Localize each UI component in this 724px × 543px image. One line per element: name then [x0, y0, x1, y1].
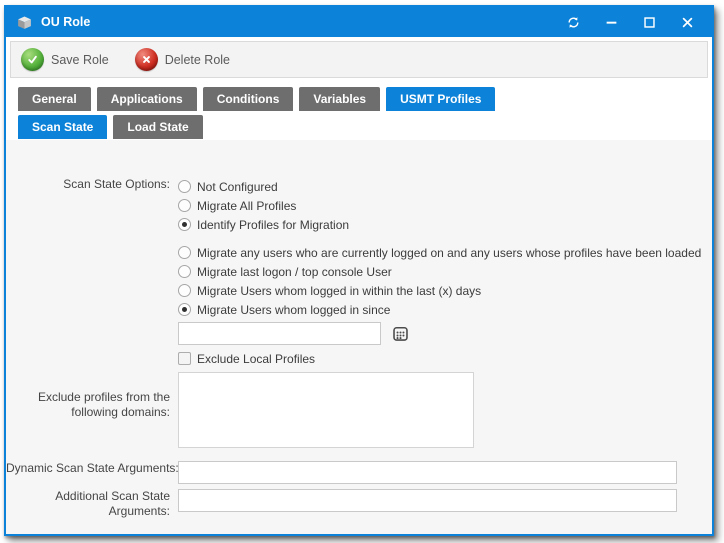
- exclude-domains-row: Exclude profiles from the following doma…: [6, 372, 712, 453]
- radio-option-not-configured[interactable]: Not Configured: [178, 177, 712, 196]
- calendar-icon[interactable]: [390, 324, 410, 344]
- ou-role-window: OU Role: [4, 5, 714, 536]
- delete-role-label: Delete Role: [165, 53, 230, 67]
- maximize-icon[interactable]: [630, 8, 668, 36]
- exclude-domains-textarea[interactable]: [178, 372, 474, 448]
- radio-label[interactable]: Migrate Users whom logged in within the …: [197, 284, 481, 298]
- tab-usmt-profiles[interactable]: USMT Profiles: [386, 87, 495, 111]
- radio-icon[interactable]: [178, 180, 191, 193]
- logged-in-since-date-input[interactable]: [178, 322, 381, 345]
- radio-option-migrate-all[interactable]: Migrate All Profiles: [178, 196, 712, 215]
- sub-tabs: Scan State Load State: [18, 115, 712, 139]
- tab-variables[interactable]: Variables: [299, 87, 380, 111]
- radio-option-last-logon[interactable]: Migrate last logon / top console User: [178, 262, 712, 281]
- radio-label[interactable]: Migrate All Profiles: [197, 199, 296, 213]
- tab-conditions[interactable]: Conditions: [203, 87, 294, 111]
- delete-role-button[interactable]: Delete Role: [135, 48, 230, 71]
- additional-args-label: Additional Scan State Arguments:: [6, 489, 178, 519]
- exclude-domains-label: Exclude profiles from the following doma…: [6, 372, 178, 453]
- radio-label[interactable]: Identify Profiles for Migration: [197, 218, 349, 232]
- radio-icon[interactable]: [178, 303, 191, 316]
- save-role-button[interactable]: Save Role: [21, 48, 109, 71]
- radio-icon[interactable]: [178, 199, 191, 212]
- scan-options-group: Not Configured Migrate All Profiles Iden…: [178, 177, 712, 234]
- refresh-icon[interactable]: [554, 8, 592, 36]
- radio-label[interactable]: Migrate last logon / top console User: [197, 265, 392, 279]
- additional-args-input[interactable]: [178, 489, 677, 512]
- tab-applications[interactable]: Applications: [97, 87, 197, 111]
- radio-icon[interactable]: [178, 246, 191, 259]
- radio-icon[interactable]: [178, 218, 191, 231]
- scan-state-options-row: Scan State Options: Not Configured Migra…: [6, 177, 712, 368]
- close-icon[interactable]: [668, 8, 706, 36]
- save-icon: [21, 48, 44, 71]
- radio-icon[interactable]: [178, 284, 191, 297]
- dynamic-args-row: Dynamic Scan State Arguments:: [6, 461, 712, 484]
- radio-option-currently-logged-on[interactable]: Migrate any users who are currently logg…: [178, 243, 712, 262]
- minimize-icon[interactable]: [592, 8, 630, 36]
- radio-label[interactable]: Not Configured: [197, 180, 278, 194]
- window-title: OU Role: [41, 15, 554, 29]
- checkbox-icon[interactable]: [178, 352, 191, 365]
- migrate-options-group: Migrate any users who are currently logg…: [178, 243, 712, 319]
- save-role-label: Save Role: [51, 53, 109, 67]
- scan-state-options-label: Scan State Options:: [6, 177, 178, 368]
- additional-args-row: Additional Scan State Arguments:: [6, 489, 712, 519]
- logged-in-since-date-row: [178, 322, 712, 345]
- scan-state-panel: Scan State Options: Not Configured Migra…: [6, 140, 712, 534]
- tab-general[interactable]: General: [18, 87, 91, 111]
- main-tabs: General Applications Conditions Variable…: [18, 87, 712, 111]
- dynamic-args-label: Dynamic Scan State Arguments:: [6, 461, 178, 476]
- radio-label[interactable]: Migrate Users whom logged in since: [197, 303, 390, 317]
- radio-option-logged-in-since[interactable]: Migrate Users whom logged in since: [178, 300, 712, 319]
- titlebar: OU Role: [6, 7, 712, 37]
- checkbox-label[interactable]: Exclude Local Profiles: [197, 352, 315, 366]
- radio-option-identify-profiles[interactable]: Identify Profiles for Migration: [178, 215, 712, 234]
- tab-load-state[interactable]: Load State: [113, 115, 202, 139]
- delete-icon: [135, 48, 158, 71]
- exclude-local-profiles-checkbox-row[interactable]: Exclude Local Profiles: [178, 349, 712, 368]
- tab-scan-state[interactable]: Scan State: [18, 115, 107, 139]
- radio-option-last-x-days[interactable]: Migrate Users whom logged in within the …: [178, 281, 712, 300]
- radio-icon[interactable]: [178, 265, 191, 278]
- dynamic-args-input[interactable]: [178, 461, 677, 484]
- app-icon: [16, 14, 33, 31]
- radio-label[interactable]: Migrate any users who are currently logg…: [197, 246, 701, 260]
- toolbar: Save Role Delete Role: [10, 41, 708, 78]
